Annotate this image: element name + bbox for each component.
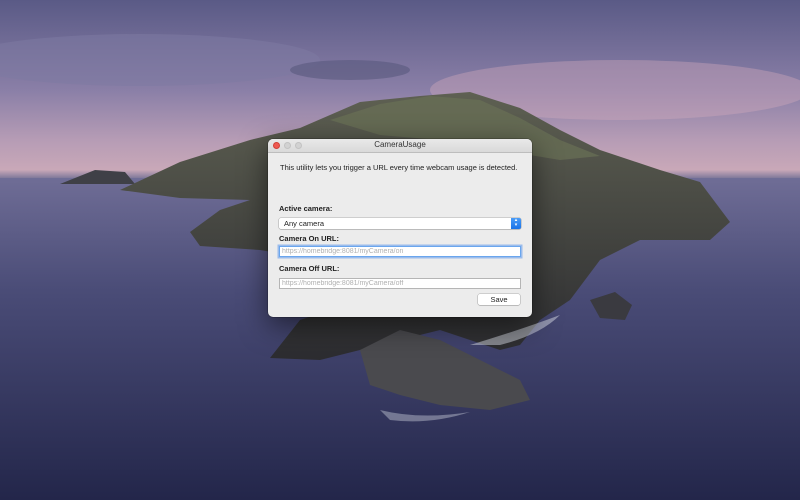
active-camera-popup[interactable]: Any camera ▴ ▾ (279, 218, 521, 229)
intro-text: This utility lets you trigger a URL ever… (280, 163, 518, 172)
camera-on-url-label: Camera On URL: (279, 234, 340, 243)
active-camera-label: Active camera: (279, 204, 333, 213)
camera-off-url-label: Camera Off URL: (279, 264, 340, 273)
camera-off-url-field[interactable] (279, 278, 521, 289)
title-bar[interactable]: CameraUsage (268, 139, 532, 153)
camera-usage-window: CameraUsage This utility lets you trigge… (268, 139, 532, 317)
save-button[interactable]: Save (478, 294, 520, 305)
up-down-chevron-icon: ▴ ▾ (511, 218, 521, 229)
active-camera-value: Any camera (284, 219, 325, 228)
camera-on-url-field[interactable] (279, 246, 521, 257)
window-title: CameraUsage (374, 140, 426, 149)
